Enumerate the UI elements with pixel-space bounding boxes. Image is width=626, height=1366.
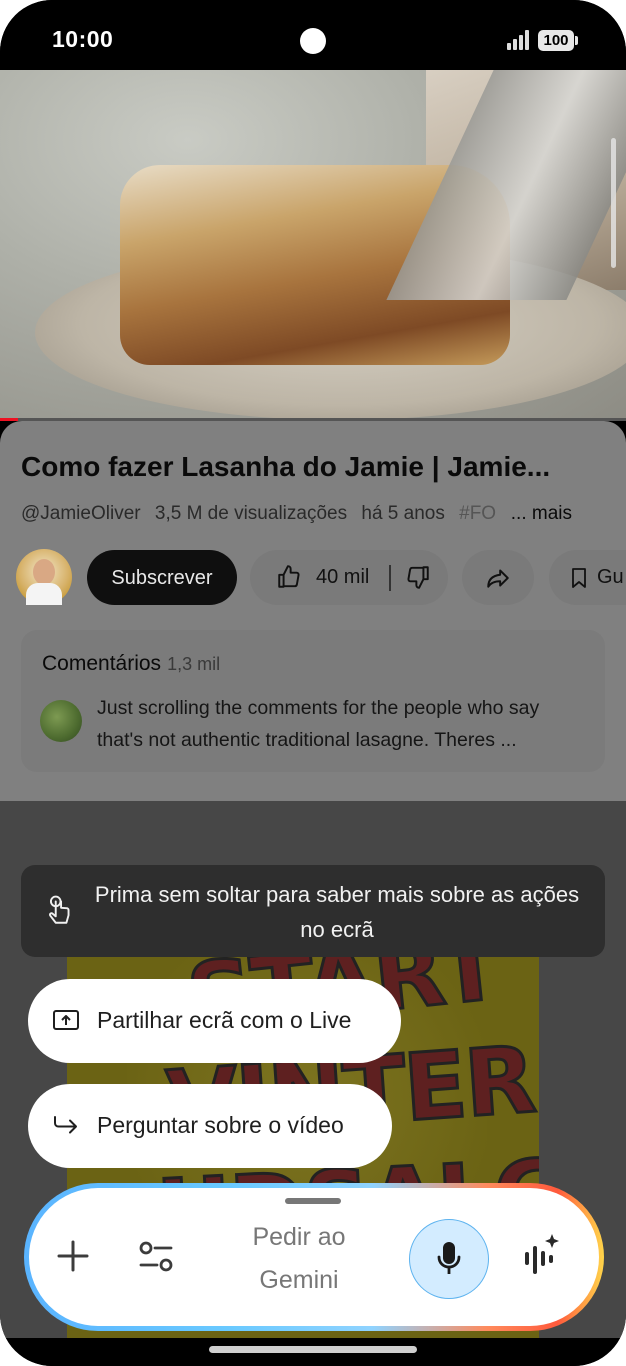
video-meta[interactable]: @JamieOliver 3,5 M de visualizações há 5… [21,503,611,525]
status-bar: 10:00 100 [0,0,626,70]
thumbs-up-icon[interactable] [276,564,302,596]
video-player[interactable] [0,70,626,420]
comments-count: 1,3 mil [167,654,221,674]
like-dislike-pill: 40 mil [250,550,448,605]
commenter-avatar [40,700,82,742]
microphone-icon [437,1242,461,1274]
plus-icon[interactable] [55,1238,91,1279]
comments-card[interactable]: Comentários 1,3 mil Just scrolling the co… [21,630,605,772]
thumbs-down-icon[interactable] [405,564,431,596]
hashtag[interactable]: #FO [459,503,496,524]
ask-about-video-chip[interactable]: Perguntar sobre o vídeo [28,1084,392,1168]
bookmark-icon [572,568,586,588]
forward-arrow-icon [54,1116,77,1134]
save-label: Gu [597,566,624,588]
front-camera [300,28,326,54]
status-time: 10:00 [52,26,114,52]
tooltip-text: Prima sem soltar para saber mais sobre a… [94,882,580,942]
home-gesture-bar[interactable] [209,1346,417,1353]
chip-label: Partilhar ecrã com o Live [97,1007,352,1033]
view-count: 3,5 M de visualizações [154,503,348,524]
tune-icon[interactable] [137,1240,175,1279]
video-title[interactable]: Como fazer Lasanha do Jamie | Jamie... [21,451,611,483]
save-button[interactable]: Gu [549,550,626,605]
comments-heading: Comentários 1,3 mil [42,652,221,675]
microphone-button[interactable] [409,1219,489,1299]
share-button[interactable] [462,550,534,605]
like-count: 40 mil [316,566,370,588]
subscribe-button[interactable]: Subscrever [87,550,237,605]
screen-actions-tooltip: Prima sem soltar para saber mais sobre a… [21,865,605,957]
navigation-bar [0,1338,626,1366]
share-icon [487,569,509,588]
drag-handle[interactable] [285,1198,341,1204]
top-comment-text: Just scrolling the comments for the peop… [97,697,540,751]
gemini-live-icon[interactable] [522,1232,562,1283]
signal-icon [507,30,533,50]
more-link[interactable]: ... mais [506,503,572,525]
share-screen-live-chip[interactable]: Partilhar ecrã com o Live [28,979,401,1063]
video-details: Como fazer Lasanha do Jamie | Jamie... @… [0,421,626,801]
scrollbar[interactable] [611,138,616,268]
screen-share-icon [53,1010,79,1030]
chip-label: Perguntar sobre o vídeo [97,1112,344,1138]
phone-screen: 10:00 100 Como fazer Lasanha do Jamie | … [0,0,626,1366]
touch-hold-icon [47,895,73,932]
gemini-prompt-input[interactable]: Pedir ao Gemini [220,1216,378,1302]
channel-handle: @JamieOliver [21,503,141,524]
action-row: Subscrever 40 mil Gu [0,549,626,607]
upload-age: há 5 anos [361,503,445,524]
battery-icon: 100 [538,30,578,51]
channel-avatar[interactable] [16,549,72,605]
